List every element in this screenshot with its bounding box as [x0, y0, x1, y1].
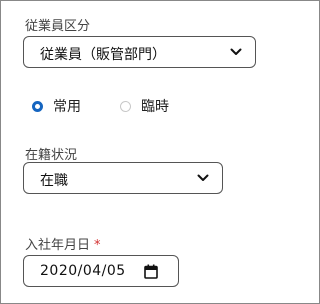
enrollment-status-value: 在職	[40, 173, 68, 189]
enrollment-status-select[interactable]: 在職	[23, 162, 223, 194]
chevron-down-icon	[230, 48, 242, 55]
radio-temporary-label: 臨時	[141, 99, 169, 115]
radio-temporary-unchecked-icon[interactable]	[120, 100, 131, 112]
employment-type-value: 従業員（販管部門）	[40, 47, 166, 63]
hire-date-input[interactable]: 2020/04/05	[23, 255, 179, 287]
hire-date-label: 入社年月日 *	[25, 234, 101, 253]
required-mark: *	[94, 238, 101, 253]
hire-date-value: 2020/04/05	[40, 263, 126, 279]
enrollment-status-label: 在籍状況	[25, 148, 78, 163]
hire-date-label-text: 入社年月日	[25, 238, 91, 253]
chevron-down-icon	[197, 174, 209, 181]
radio-regular-label: 常用	[53, 99, 81, 115]
radio-temporary[interactable]: 臨時	[120, 97, 169, 115]
employment-type-select[interactable]: 従業員（販管部門）	[23, 36, 256, 68]
calendar-icon[interactable]	[144, 264, 158, 279]
form-panel: 従業員区分 従業員（販管部門） 常用 臨時 在籍状況 在職 入社年月日 * 202…	[0, 0, 320, 304]
radio-regular-checked-icon[interactable]	[32, 100, 43, 112]
radio-regular[interactable]: 常用	[32, 97, 81, 115]
employment-type-label: 従業員区分	[25, 19, 91, 34]
